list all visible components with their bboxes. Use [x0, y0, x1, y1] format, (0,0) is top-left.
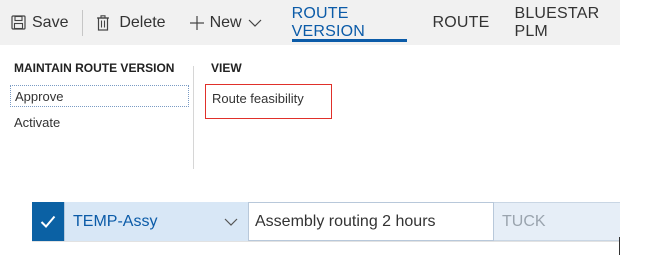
new-label: New — [209, 13, 242, 31]
table-row[interactable]: TEMP-Assy Assembly routing 2 hours TUCK — [32, 202, 620, 241]
row-select-checkbox[interactable] — [32, 202, 64, 241]
chevron-down-icon — [248, 19, 262, 27]
plus-icon — [189, 15, 205, 31]
route-feasibility-button[interactable]: Route feasibility — [205, 84, 332, 119]
trash-icon — [96, 14, 110, 31]
tab-route[interactable]: ROUTE — [432, 0, 489, 45]
route-name-field[interactable]: Assembly routing 2 hours — [248, 202, 494, 241]
route-id-value: TEMP-Assy — [73, 212, 158, 230]
text-cursor — [619, 237, 620, 255]
readonly-cell-value: TUCK — [502, 212, 546, 230]
save-button[interactable]: Save — [11, 0, 68, 45]
new-button[interactable]: New — [189, 0, 267, 45]
toolbar-divider — [82, 9, 84, 36]
tab-bluestar-plm-label: BLUESTAR PLM — [514, 4, 600, 40]
route-name-value: Assembly routing 2 hours — [255, 212, 436, 230]
readonly-cell: TUCK — [494, 202, 620, 241]
delete-button[interactable]: Delete — [96, 0, 166, 45]
maintain-route-version-group-title: MAINTAIN ROUTE VERSION — [14, 61, 175, 75]
approve-button[interactable]: Approve — [10, 85, 189, 107]
action-toolbar: Save Delete New ROUTE VERSION ROUTE BLUE… — [0, 0, 620, 45]
row-divider — [32, 241, 620, 242]
activate-button[interactable]: Activate — [14, 115, 60, 130]
view-group-title: VIEW — [211, 61, 242, 75]
tab-route-version[interactable]: ROUTE VERSION — [291, 0, 408, 45]
tab-bluestar-plm[interactable]: BLUESTAR PLM — [514, 0, 620, 45]
delete-label: Delete — [119, 13, 166, 31]
route-id-cell[interactable]: TEMP-Assy — [64, 202, 248, 241]
route-dropdown-icon[interactable] — [224, 213, 238, 231]
save-icon — [11, 15, 26, 30]
tab-route-version-label: ROUTE VERSION — [291, 4, 366, 40]
checkmark-icon — [40, 215, 56, 228]
group-divider — [193, 66, 194, 169]
tab-route-label: ROUTE — [432, 13, 490, 31]
save-label: Save — [32, 13, 69, 31]
